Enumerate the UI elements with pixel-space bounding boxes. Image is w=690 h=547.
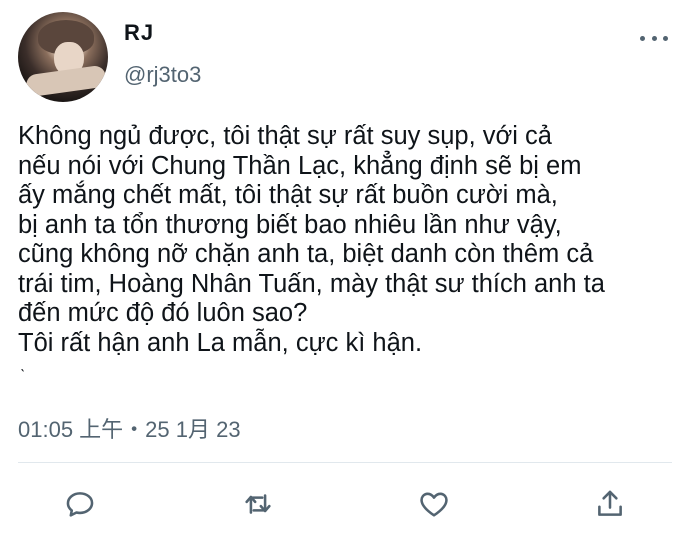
tweet-text: Không ngủ được, tôi thật sự rất suy sụp,… <box>18 122 605 357</box>
more-dot-icon <box>663 35 668 41</box>
reply-button[interactable] <box>60 484 100 524</box>
like-button[interactable] <box>414 484 454 524</box>
avatar-arm <box>24 64 108 98</box>
heart-icon <box>420 492 448 517</box>
more-dot-icon <box>651 35 657 41</box>
tweet-timestamp[interactable]: 01:05 上午・25 1月 23 <box>18 412 241 444</box>
stray-mark: ˋ <box>20 368 26 385</box>
retweet-button[interactable] <box>238 484 278 524</box>
share-button[interactable] <box>590 484 630 524</box>
display-name[interactable]: RJ <box>124 20 154 46</box>
more-options-button[interactable] <box>640 28 668 48</box>
share-icon <box>598 490 622 516</box>
user-handle[interactable]: @rj3to3 <box>124 62 201 88</box>
avatar[interactable] <box>18 12 108 102</box>
more-dot-icon <box>640 35 645 41</box>
retweet-icon <box>245 494 271 514</box>
reply-icon <box>66 492 94 517</box>
divider <box>18 462 672 463</box>
